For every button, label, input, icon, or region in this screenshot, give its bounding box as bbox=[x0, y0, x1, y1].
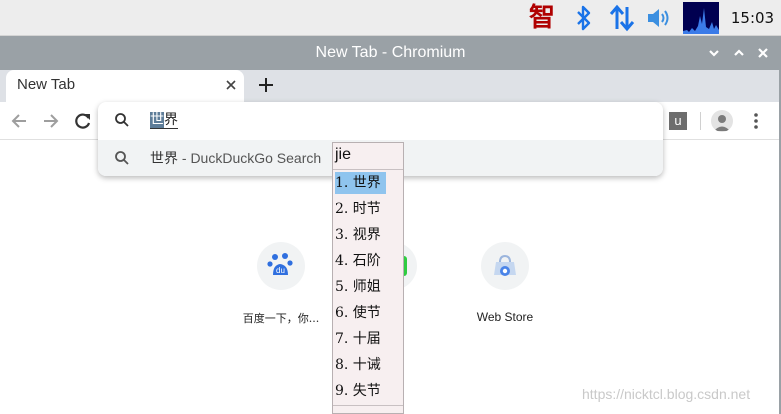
volume-icon[interactable] bbox=[646, 6, 672, 30]
ime-divider bbox=[333, 405, 403, 406]
cpu-monitor[interactable] bbox=[683, 2, 719, 34]
tab-strip: New Tab bbox=[0, 70, 781, 102]
minimize-icon[interactable] bbox=[706, 45, 722, 61]
tab-label: New Tab bbox=[17, 76, 76, 93]
address-input-rest: 界 bbox=[164, 112, 178, 129]
ime-candidate[interactable]: 6. 使节 bbox=[335, 302, 386, 324]
shortcut-baidu[interactable]: du bbox=[257, 242, 305, 290]
taskbar: 智 15:03 bbox=[0, 0, 781, 36]
tab-new-tab[interactable]: New Tab bbox=[6, 70, 244, 102]
menu-kebab-icon[interactable] bbox=[752, 111, 760, 131]
clock[interactable]: 15:03 bbox=[724, 0, 781, 36]
web-store-icon bbox=[494, 254, 516, 276]
close-tab-icon[interactable] bbox=[224, 78, 238, 92]
search-icon bbox=[115, 151, 129, 165]
ime-indicator[interactable]: 智 bbox=[528, 2, 556, 34]
network-icon[interactable] bbox=[608, 4, 636, 32]
ime-candidate[interactable]: 2. 时节 bbox=[335, 198, 386, 220]
profile-avatar-icon[interactable] bbox=[711, 110, 733, 132]
extension-button[interactable]: u bbox=[669, 112, 687, 130]
ime-candidate[interactable]: 1. 世界 bbox=[335, 172, 386, 194]
suggestion-suffix: - DuckDuckGo Search bbox=[178, 150, 322, 166]
ime-candidate-window: jie 1. 世界 2. 时节 3. 视界 4. 石阶 5. 师姐 6. 使节 … bbox=[332, 142, 404, 414]
shortcut-label-baidu[interactable]: 百度一下，你... bbox=[225, 310, 337, 326]
address-bar[interactable]: 世界 bbox=[98, 102, 663, 138]
maximize-icon[interactable] bbox=[731, 45, 747, 61]
suggestion-text: 世界 - DuckDuckGo Search bbox=[150, 148, 321, 169]
close-window-icon[interactable] bbox=[755, 45, 771, 61]
forward-arrow-icon[interactable] bbox=[41, 111, 61, 131]
ime-preedit: jie bbox=[335, 146, 352, 163]
bluetooth-icon[interactable] bbox=[572, 4, 596, 32]
address-input[interactable]: 世界 bbox=[150, 110, 178, 130]
window-titlebar[interactable]: New Tab - Chromium bbox=[0, 36, 781, 70]
ime-candidate[interactable]: 8. 十诫 bbox=[335, 354, 386, 376]
window-title: New Tab - Chromium bbox=[315, 44, 466, 61]
person-icon bbox=[714, 115, 730, 131]
back-arrow-icon[interactable] bbox=[9, 111, 29, 131]
ime-candidate[interactable]: 7. 十届 bbox=[335, 328, 386, 350]
new-tab-plus-icon[interactable] bbox=[256, 75, 276, 95]
ime-candidate[interactable]: 3. 视界 bbox=[335, 224, 386, 246]
ime-candidate[interactable]: 9. 失节 bbox=[335, 380, 386, 402]
toolbar-divider bbox=[700, 112, 701, 130]
cpu-graph bbox=[683, 8, 719, 34]
suggestion-query: 世界 bbox=[150, 151, 178, 167]
svg-text:du: du bbox=[276, 266, 285, 275]
shortcut-web-store[interactable] bbox=[481, 242, 529, 290]
shortcut-label-web-store[interactable]: Web Store bbox=[449, 310, 561, 324]
ime-candidate[interactable]: 4. 石阶 bbox=[335, 250, 386, 272]
address-input-selected: 世 bbox=[150, 112, 164, 129]
search-icon bbox=[115, 113, 129, 127]
ime-divider bbox=[333, 169, 403, 170]
reload-icon[interactable] bbox=[73, 111, 93, 131]
baidu-icon: du bbox=[267, 253, 293, 275]
ime-candidate[interactable]: 5. 师姐 bbox=[335, 276, 386, 298]
watermark: https://nicktcl.blog.csdn.net bbox=[582, 386, 751, 402]
